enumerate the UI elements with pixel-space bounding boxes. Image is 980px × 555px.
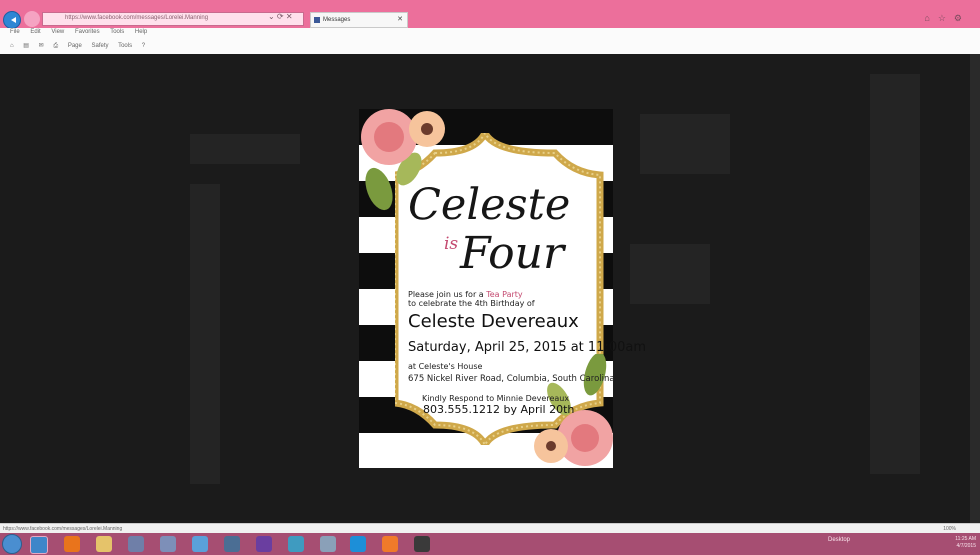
feeds-icon[interactable]: ▤ (23, 43, 29, 49)
start-button[interactable] (2, 534, 22, 554)
command-safety[interactable]: Safety (92, 43, 109, 49)
menu-view[interactable]: View (51, 29, 64, 35)
app-icon[interactable] (192, 536, 208, 552)
scrollbar[interactable] (970, 54, 980, 523)
clock[interactable]: 11:25 AM 4/7/2015 (955, 536, 976, 550)
facebook-icon (314, 17, 320, 23)
print-icon[interactable]: ⎙ (53, 43, 58, 49)
intro-highlight: Tea Party (486, 290, 523, 299)
menu-help[interactable]: Help (135, 29, 147, 35)
app-icon[interactable] (382, 536, 398, 552)
menu-file[interactable]: File (10, 29, 20, 35)
app-icon[interactable] (160, 536, 176, 552)
app-icon[interactable] (288, 536, 304, 552)
invitation-title-line2: Four (460, 228, 564, 279)
address-bar[interactable]: https://www.facebook.com/messages/Lorele… (42, 12, 304, 26)
command-bar: ⌂ ▤ ✉ ⎙ Page Safety Tools ? (10, 42, 153, 50)
menu-tools[interactable]: Tools (110, 29, 124, 35)
photo-viewer-overlay[interactable] (0, 54, 980, 523)
clock-time: 11:25 AM (955, 536, 976, 542)
app-icon[interactable] (414, 536, 430, 552)
app-icon[interactable] (256, 536, 272, 552)
background-ghost (640, 114, 730, 174)
firefox-icon[interactable] (64, 536, 80, 552)
menu-edit[interactable]: Edit (30, 29, 40, 35)
app-icon[interactable] (224, 536, 240, 552)
app-icon[interactable] (320, 536, 336, 552)
file-explorer-icon[interactable] (96, 536, 112, 552)
background-ghost (630, 244, 710, 304)
forward-button[interactable] (24, 11, 40, 27)
menu-bar: File Edit View Favorites Tools Help (10, 29, 156, 35)
invitation-title-connector: is (444, 234, 459, 254)
browser-tools-icons[interactable]: ⌂☆⚙ (924, 13, 970, 24)
internet-explorer-icon[interactable] (30, 536, 48, 554)
back-button[interactable] (3, 11, 21, 29)
invitation-intro-line2: to celebrate the 4th Birthday of (408, 299, 535, 308)
background-ghost (190, 134, 300, 164)
home-icon[interactable]: ⌂ (10, 43, 14, 49)
skype-icon[interactable] (350, 536, 366, 552)
rsvp-line: Kindly Respond to Minnie Devereaux (422, 394, 570, 403)
child-name: Celeste Devereaux (408, 311, 579, 332)
tab-label: Messages (323, 17, 351, 23)
rsvp-phone: 803.555.1212 by April 20th (423, 403, 575, 416)
status-url: https://www.facebook.com/messages/Lorele… (3, 526, 123, 532)
menu-favorites[interactable]: Favorites (75, 29, 100, 35)
background-ghost (190, 184, 220, 484)
background-ghost (870, 74, 920, 474)
event-address: 675 Nickel River Road, Columbia, South C… (408, 374, 615, 384)
toolbars: File Edit View Favorites Tools Help ⌂ ▤ … (0, 28, 980, 55)
invitation-intro-line1: Please join us for a Tea Party (408, 290, 523, 299)
event-venue: at Celeste's House (408, 362, 483, 371)
tab-close-icon[interactable]: ✕ (397, 15, 403, 23)
tab-messages[interactable]: Messages ✕ (310, 12, 408, 28)
command-tools[interactable]: Tools (118, 43, 132, 49)
browser-chrome: https://www.facebook.com/messages/Lorele… (0, 0, 980, 55)
help-icon[interactable]: ? (142, 43, 145, 49)
command-page[interactable]: Page (68, 43, 82, 49)
taskbar: Desktop 11:25 AM 4/7/2015 (0, 533, 980, 555)
clock-date: 4/7/2015 (956, 543, 976, 549)
app-icon[interactable] (128, 536, 144, 552)
mail-icon[interactable]: ✉ (39, 43, 44, 49)
invitation-title-line1: Celeste (408, 180, 571, 230)
intro-text: Please join us for a (408, 290, 484, 299)
navigation-bar: https://www.facebook.com/messages/Lorele… (0, 10, 980, 29)
event-date-time: Saturday, April 25, 2015 at 11:00am (408, 340, 647, 355)
address-actions-icon[interactable]: ⌄ ⟳ ✕ (268, 12, 293, 21)
desktop-label[interactable]: Desktop (828, 537, 850, 543)
zoom-level[interactable]: 100% (943, 526, 956, 532)
